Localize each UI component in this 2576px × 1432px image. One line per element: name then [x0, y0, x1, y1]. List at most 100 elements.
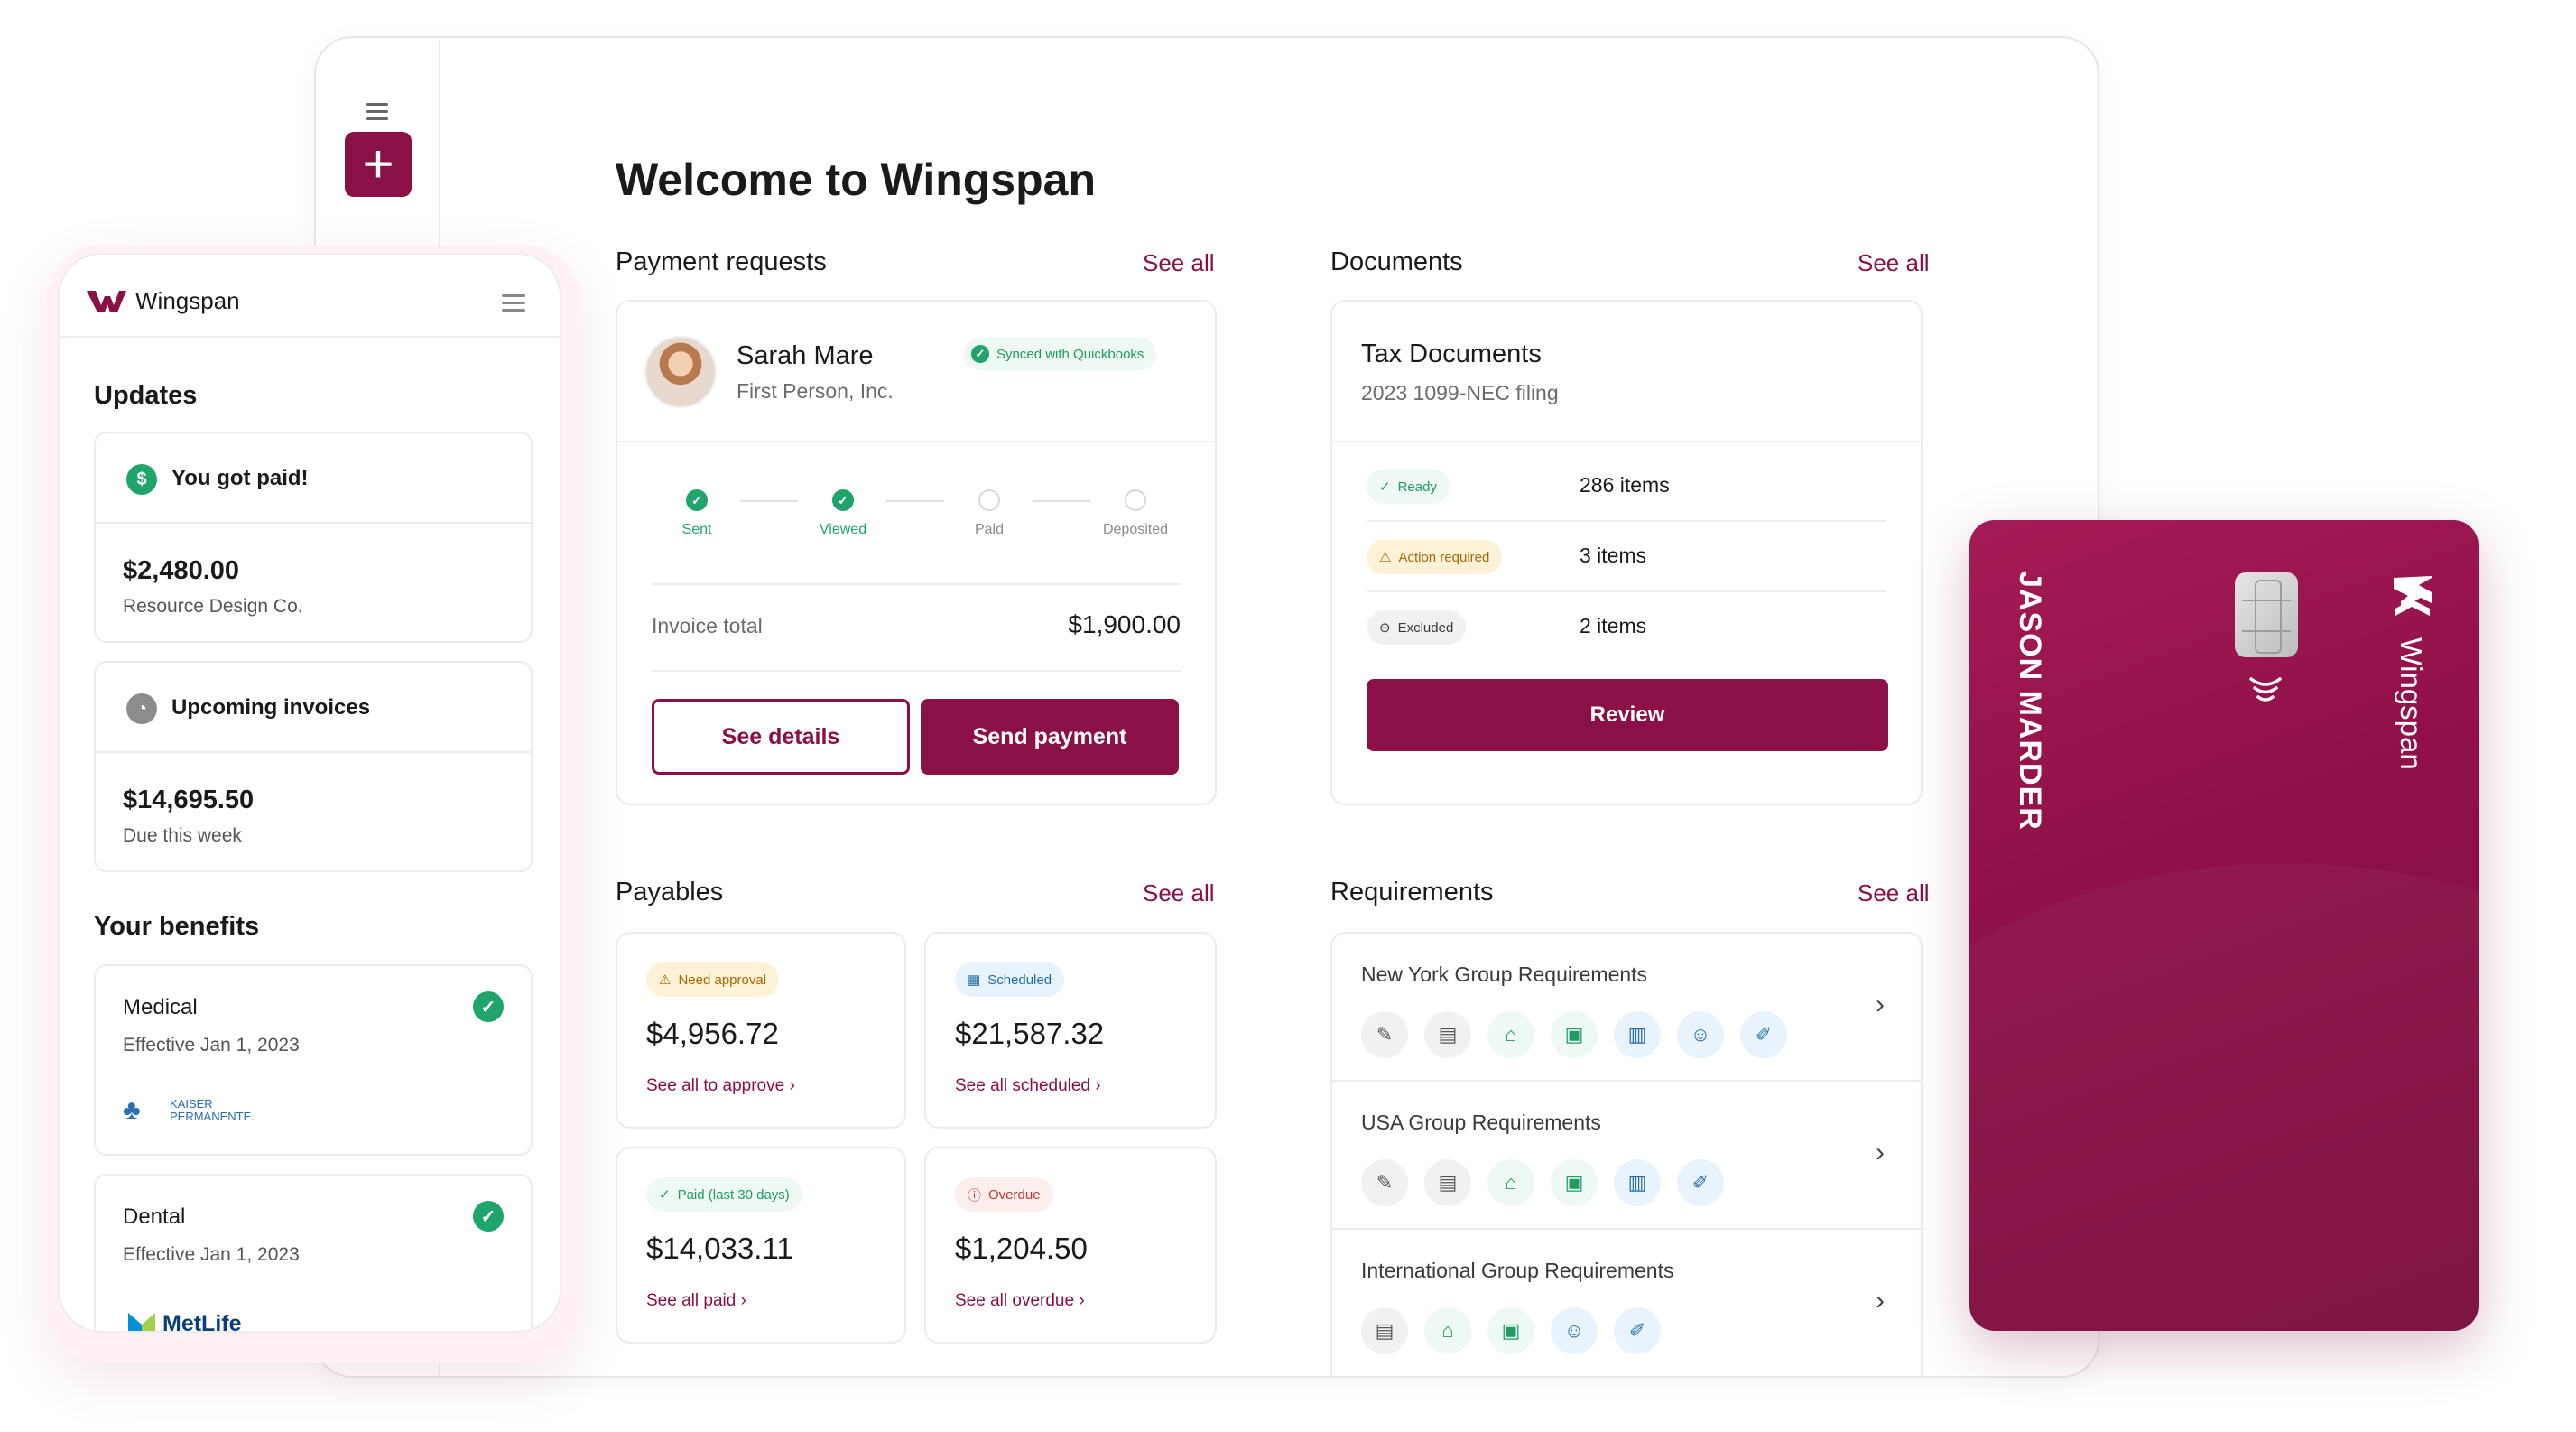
requirement-row[interactable]: USA Group Requirements ✎ ▤ ⌂ ▣ ▥ ✐ › [1332, 1082, 1921, 1230]
payables-see-all[interactable]: See all [1143, 879, 1215, 907]
benefits-title: Your benefits [94, 912, 260, 941]
pen-icon: ✐ [1740, 1011, 1787, 1058]
card-holder-name: JASON MARDER [2013, 571, 2047, 831]
tax-documents-subtitle: 2023 1099-NEC filing [1361, 381, 1559, 404]
review-button[interactable]: Review [1367, 679, 1888, 751]
bank-icon: ⌂ [1487, 1011, 1534, 1058]
doc-row-ready[interactable]: ✓ Ready 286 items [1367, 451, 1886, 522]
check-icon: ✓ [473, 991, 504, 1022]
update-card-upcoming[interactable]: ◔ Upcoming invoices $14,695.50 Due this … [94, 661, 533, 872]
benefit-card-medical[interactable]: Medical Effective Jan 1, 2023 ✓ ♣ KAISER… [94, 964, 533, 1156]
empty-circle-icon [1125, 489, 1146, 511]
metlife-icon [128, 1312, 155, 1331]
update-subtitle: Due this week [123, 825, 242, 846]
check-icon: ✓ [686, 489, 708, 511]
requirement-icons: ▤ ⌂ ▣ ☺ ✐ [1361, 1307, 1661, 1354]
chevron-right-icon[interactable]: › [1876, 1138, 1885, 1168]
wingspan-logo-icon [87, 291, 126, 312]
payable-card-paid[interactable]: ✓ Paid (last 30 days) $14,033.11 See all … [616, 1147, 906, 1344]
mobile-header: Wingspan [60, 255, 560, 338]
benefit-card-dental[interactable]: Dental Effective Jan 1, 2023 ✓ MetLife [94, 1174, 533, 1331]
edit-document-icon: ✎ [1361, 1011, 1408, 1058]
step-sent: ✓ Sent [643, 489, 751, 538]
avatar [644, 336, 717, 408]
payable-card-overdue[interactable]: ⓘ Overdue $1,204.50 See all overdue › [924, 1147, 1217, 1344]
document-icon: ▥ [1614, 1159, 1661, 1206]
update-title: Upcoming invoices [171, 695, 371, 720]
lock-icon: ▣ [1487, 1307, 1534, 1354]
synced-badge: ✓ Synced with Quickbooks [964, 338, 1157, 370]
payable-link[interactable]: See all to approve › [646, 1076, 795, 1096]
chevron-right-icon[interactable]: › [1876, 990, 1885, 1020]
menu-icon[interactable] [502, 294, 525, 316]
payable-card-need-approval[interactable]: ⚠ Need approval $4,956.72 See all to appr… [616, 932, 906, 1129]
requirement-icons: ✎ ▤ ⌂ ▣ ▥ ✐ [1361, 1159, 1724, 1206]
doc-count: 286 items [1580, 473, 1670, 497]
warning-icon: ⚠ [1379, 550, 1392, 565]
payable-link[interactable]: See all scheduled › [955, 1076, 1101, 1096]
requirements-see-all[interactable]: See all [1858, 879, 1930, 907]
status-badge: ⊖ Excluded [1367, 610, 1467, 645]
clipboard-icon: ▤ [1424, 1011, 1471, 1058]
payable-card-scheduled[interactable]: ▦ Scheduled $21,587.32 See all scheduled … [924, 932, 1217, 1129]
doc-row-action-required[interactable]: ⚠ Action required 3 items [1367, 522, 1886, 592]
chevron-right-icon[interactable]: › [1876, 1286, 1885, 1316]
wingspan-logo-icon [2394, 576, 2432, 616]
step-label: Paid [974, 522, 1005, 537]
invoice-total-value: $1,900.00 [1068, 610, 1181, 638]
mobile-screen: Wingspan Updates $ You got paid! $2,480.… [58, 253, 561, 1333]
update-card-paid[interactable]: $ You got paid! $2,480.00 Resource Desig… [94, 432, 533, 643]
bank-icon: ⌂ [1424, 1307, 1471, 1354]
payment-request-card: Sarah Mare First Person, Inc. ✓ Synced w… [616, 300, 1217, 805]
step-viewed: ✓ Viewed [789, 489, 897, 538]
tax-documents-title: Tax Documents [1361, 339, 1542, 368]
status-badge: ⚠ Action required [1367, 540, 1503, 574]
payable-link[interactable]: See all overdue › [955, 1291, 1085, 1311]
badge-label: Need approval [678, 972, 767, 988]
minus-circle-icon: ⊖ [1379, 620, 1391, 636]
documents-title: Documents [1330, 247, 1463, 276]
update-card-header: $ You got paid! [96, 433, 531, 524]
update-card-header: ◔ Upcoming invoices [96, 663, 531, 753]
doc-row-excluded[interactable]: ⊖ Excluded 2 items [1367, 592, 1886, 663]
update-amount: $2,480.00 [123, 556, 240, 585]
requirement-row[interactable]: International Group Requirements ▤ ⌂ ▣ ☺… [1332, 1230, 1921, 1376]
create-new-button[interactable]: + [345, 132, 412, 197]
send-payment-button[interactable]: Send payment [921, 699, 1179, 775]
payment-requests-see-all[interactable]: See all [1143, 249, 1215, 277]
benefit-subtitle: Effective Jan 1, 2023 [123, 1035, 300, 1055]
status-badge: ▦ Scheduled [955, 962, 1065, 997]
check-icon: ✓ [473, 1201, 504, 1232]
payable-link[interactable]: See all paid › [646, 1291, 746, 1311]
divider [1332, 441, 1921, 442]
lock-icon: ▣ [1551, 1011, 1598, 1058]
chevron-right-icon: › [1095, 1076, 1101, 1095]
menu-icon[interactable] [366, 103, 388, 125]
step-label: Deposited [1102, 522, 1169, 537]
chevron-right-icon: › [1079, 1291, 1085, 1310]
user-icon: ☺ [1677, 1011, 1724, 1058]
step-paid: Paid [935, 489, 1043, 538]
status-badge: ⓘ Overdue [955, 1177, 1053, 1212]
documents-see-all[interactable]: See all [1858, 249, 1930, 277]
payer-company: First Person, Inc. [737, 379, 894, 403]
benefit-subtitle: Effective Jan 1, 2023 [123, 1244, 300, 1265]
synced-label: Synced with Quickbooks [996, 346, 1144, 362]
doc-count: 2 items [1580, 614, 1647, 637]
dollar-icon: $ [126, 464, 157, 495]
requirement-title: International Group Requirements [1361, 1259, 1674, 1282]
badge-label: Ready [1397, 479, 1437, 495]
kaiser-icon: ♣ [123, 1095, 141, 1125]
bank-icon: ⌂ [1487, 1159, 1534, 1206]
doc-count: 3 items [1580, 544, 1647, 567]
see-details-button[interactable]: See details [652, 699, 910, 775]
requirement-row[interactable]: New York Group Requirements ✎ ▤ ⌂ ▣ ▥ ☺ … [1332, 934, 1921, 1082]
contactless-icon [2249, 677, 2282, 702]
requirement-title: New York Group Requirements [1361, 962, 1648, 986]
check-icon: ✓ [971, 345, 989, 363]
brand-name: Wingspan [135, 287, 240, 314]
plus-icon: + [362, 134, 394, 194]
page-title: Welcome to Wingspan [616, 154, 1097, 205]
divider [617, 441, 1215, 442]
requirements-card: New York Group Requirements ✎ ▤ ⌂ ▣ ▥ ☺ … [1330, 932, 1923, 1376]
